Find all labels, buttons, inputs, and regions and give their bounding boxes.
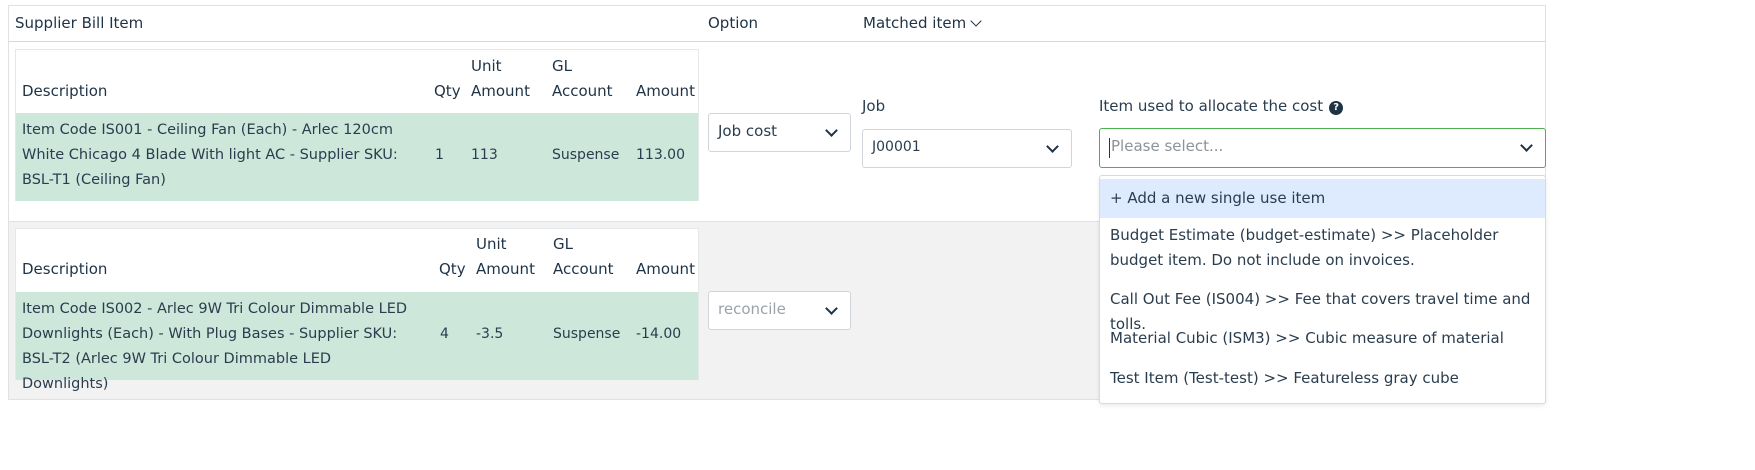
option-select-2-value: reconcile bbox=[718, 300, 786, 318]
th-gl-1: GL bbox=[552, 57, 572, 75]
row-amount: -14.00 bbox=[636, 326, 682, 342]
option-select-1-value: Job cost bbox=[718, 122, 778, 140]
allocation-item-select[interactable]: Please select... bbox=[1099, 128, 1546, 168]
th-description: Description bbox=[22, 82, 108, 100]
option-material-cubic[interactable]: Material Cubic (ISM3) >> Cubic measure o… bbox=[1100, 326, 1545, 351]
row-unit-amount: -3.5 bbox=[476, 326, 504, 342]
chevron-down-icon bbox=[1520, 139, 1533, 152]
col-matched-item[interactable]: Matched item bbox=[863, 14, 982, 32]
th-unit-1: Unit bbox=[471, 57, 502, 75]
row-gl-account: Suspense bbox=[553, 326, 621, 342]
chevron-down-icon bbox=[825, 124, 838, 137]
job-select-value: J00001 bbox=[872, 139, 921, 155]
row-qty: 1 bbox=[435, 147, 444, 163]
th-unit-2: Amount bbox=[476, 260, 535, 278]
allocation-label: Item used to allocate the cost? bbox=[1099, 97, 1344, 116]
option-select-2[interactable]: reconcile bbox=[708, 291, 851, 330]
text-cursor bbox=[1109, 138, 1110, 158]
row-description: Item Code IS002 - Arlec 9W Tri Colour Di… bbox=[22, 301, 408, 392]
bill-item-table-2: Description Qty Unit Amount GL Account A… bbox=[15, 228, 699, 392]
th-gl-1: GL bbox=[553, 235, 573, 253]
row-unit-amount: 113 bbox=[471, 147, 498, 163]
th-description: Description bbox=[22, 260, 108, 278]
th-qty: Qty bbox=[439, 260, 466, 278]
th-unit-1: Unit bbox=[476, 235, 507, 253]
col-option: Option bbox=[708, 14, 759, 32]
option-budget-estimate[interactable]: Budget Estimate (budget-estimate) >> Pla… bbox=[1100, 223, 1545, 273]
allocation-placeholder: Please select... bbox=[1111, 137, 1224, 155]
job-label: Job bbox=[862, 97, 886, 115]
row-description: Item Code IS001 - Ceiling Fan (Each) - A… bbox=[22, 122, 398, 188]
job-select[interactable]: J00001 bbox=[862, 129, 1072, 168]
option-add-new-item[interactable]: + Add a new single use item bbox=[1100, 179, 1545, 218]
chevron-down-icon bbox=[825, 302, 838, 315]
table-header: Supplier Bill Item Option Matched item bbox=[8, 5, 1546, 42]
th-gl-2: Account bbox=[553, 260, 614, 278]
th-gl-2: Account bbox=[552, 82, 613, 100]
help-icon[interactable]: ? bbox=[1329, 101, 1344, 115]
bill-item-table-1: Description Qty Unit Amount GL Account A… bbox=[15, 49, 699, 201]
allocation-dropdown-menu: + Add a new single use item Budget Estim… bbox=[1099, 175, 1546, 404]
table-row: Item Code IS001 - Ceiling Fan (Each) - A… bbox=[16, 113, 698, 201]
row-amount: 113.00 bbox=[636, 147, 685, 163]
chevron-down-icon bbox=[1046, 140, 1059, 153]
table-row: Item Code IS002 - Arlec 9W Tri Colour Di… bbox=[16, 292, 698, 392]
th-amount: Amount bbox=[636, 260, 695, 278]
col-supplier-bill-item: Supplier Bill Item bbox=[15, 14, 144, 32]
option-select-1[interactable]: Job cost bbox=[708, 113, 851, 152]
th-qty: Qty bbox=[434, 82, 461, 100]
th-amount: Amount bbox=[636, 82, 695, 100]
row-qty: 4 bbox=[440, 326, 449, 342]
th-unit-2: Amount bbox=[471, 82, 530, 100]
allocation-label-text: Item used to allocate the cost bbox=[1099, 97, 1324, 115]
option-test-item[interactable]: Test Item (Test-test) >> Featureless gra… bbox=[1100, 366, 1545, 391]
col-matched-item-label: Matched item bbox=[863, 14, 967, 32]
chevron-down-icon bbox=[970, 15, 982, 27]
row-gl-account: Suspense bbox=[552, 147, 620, 163]
